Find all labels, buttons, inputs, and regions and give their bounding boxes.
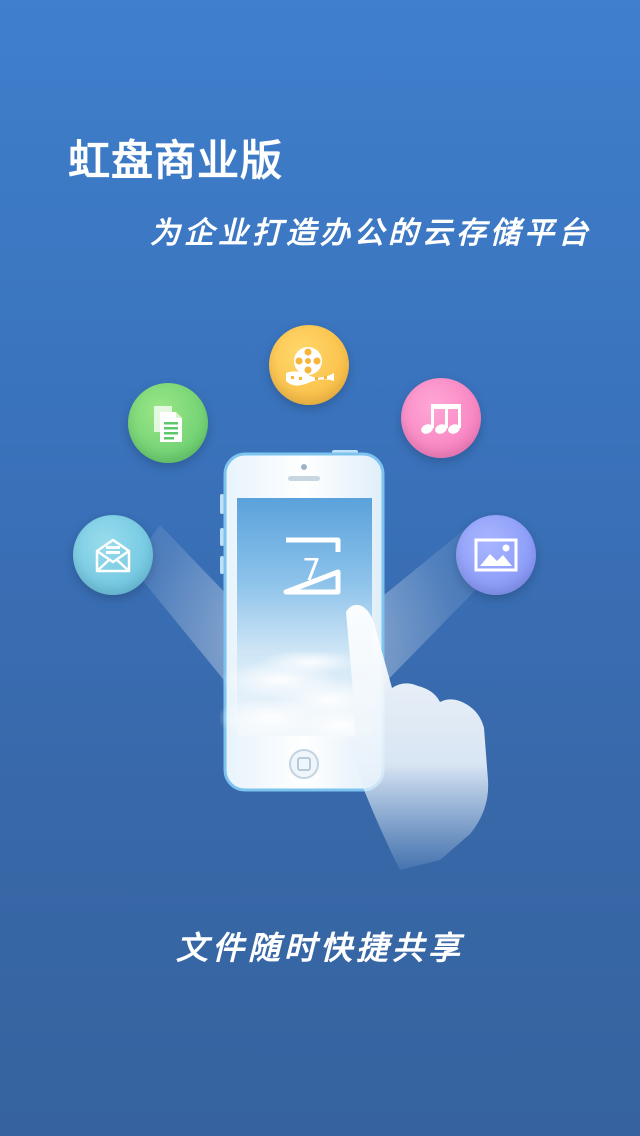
phone-graphic: 7 (215, 450, 385, 792)
document-circle[interactable] (128, 383, 208, 463)
tagline: 为企业打造办公的云存储平台 (150, 216, 592, 251)
music-circle[interactable] (401, 378, 481, 458)
logo-glyph: 7 (302, 553, 321, 588)
document-icon (154, 406, 182, 442)
video-circle[interactable] (269, 325, 349, 405)
splash-screen: 虹盘商业版 为企业打造办公的云存储平台 7 文件随时快捷共享 (0, 0, 640, 1136)
app-title: 虹盘商业版 (68, 136, 284, 185)
footer-slogan: 文件随时快捷共享 (175, 929, 464, 967)
mail-icon (95, 538, 131, 573)
phone-illustration: 7 (215, 450, 390, 795)
image-circle[interactable] (456, 515, 536, 595)
music-note-icon (421, 404, 461, 434)
image-icon (474, 538, 518, 572)
film-reel-icon (286, 347, 334, 386)
mail-circle[interactable] (73, 515, 153, 595)
